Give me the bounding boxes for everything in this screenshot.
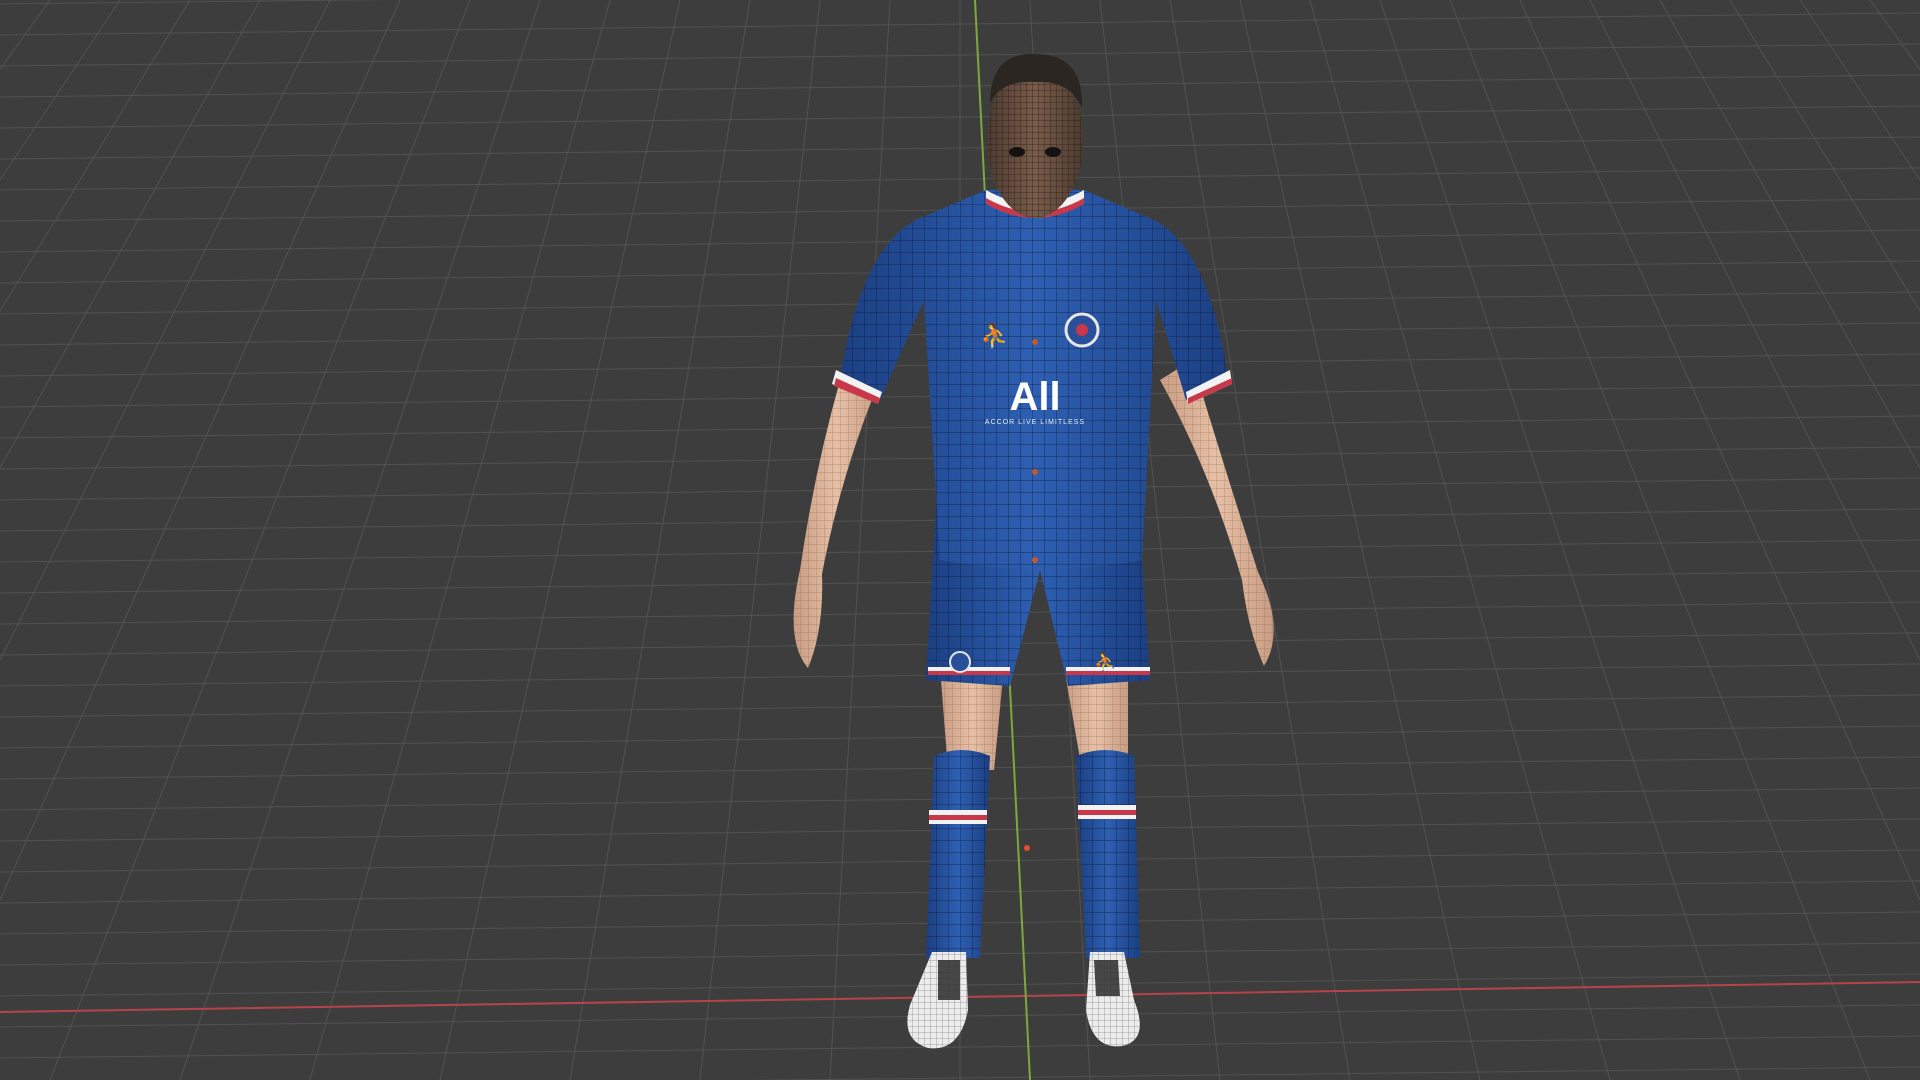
object-origin-point[interactable] [1024,845,1030,851]
shorts-jumpman-icon: ⛹ [1094,651,1116,673]
right-sock [1076,750,1140,958]
right-boot [1086,952,1140,1047]
grid-line-vertical [439,0,681,1080]
grid-line-vertical [0,0,191,312]
grid-line-vertical [0,0,261,470]
grid-line-vertical [699,0,821,1080]
grid-line-vertical [309,0,611,1080]
grid-line-vertical [569,0,751,1080]
left-arm [793,360,880,668]
left-boot [907,952,968,1049]
head [987,53,1083,218]
viewport-canvas[interactable]: ⛹ ⛹ All ACCOR LIVE LIMITLESS [0,0,1920,1080]
right-arm [1160,360,1274,666]
left-sock [926,750,990,958]
grid-line-vertical [829,0,891,1080]
grid-line-vertical [1449,0,1871,1080]
shirt-sponsor-logo: All [1009,375,1060,419]
shirt-sponsor-tagline: ACCOR LIVE LIMITLESS [985,419,1085,426]
shorts-crest-icon [949,651,971,673]
3d-viewport[interactable]: ⛹ ⛹ All ACCOR LIVE LIMITLESS [0,0,1920,1080]
grid-line-vertical [1169,0,1351,1080]
grid-line-vertical [179,0,541,1080]
grid-line-vertical [49,0,471,1080]
jordan-logo-icon: ⛹ [980,321,1010,350]
grid-line-vertical [1589,0,1920,662]
grid-line-vertical [0,0,51,71]
player-model[interactable]: ⛹ ⛹ All ACCOR LIVE LIMITLESS [793,53,1274,1049]
grid-line-vertical [0,0,331,662]
